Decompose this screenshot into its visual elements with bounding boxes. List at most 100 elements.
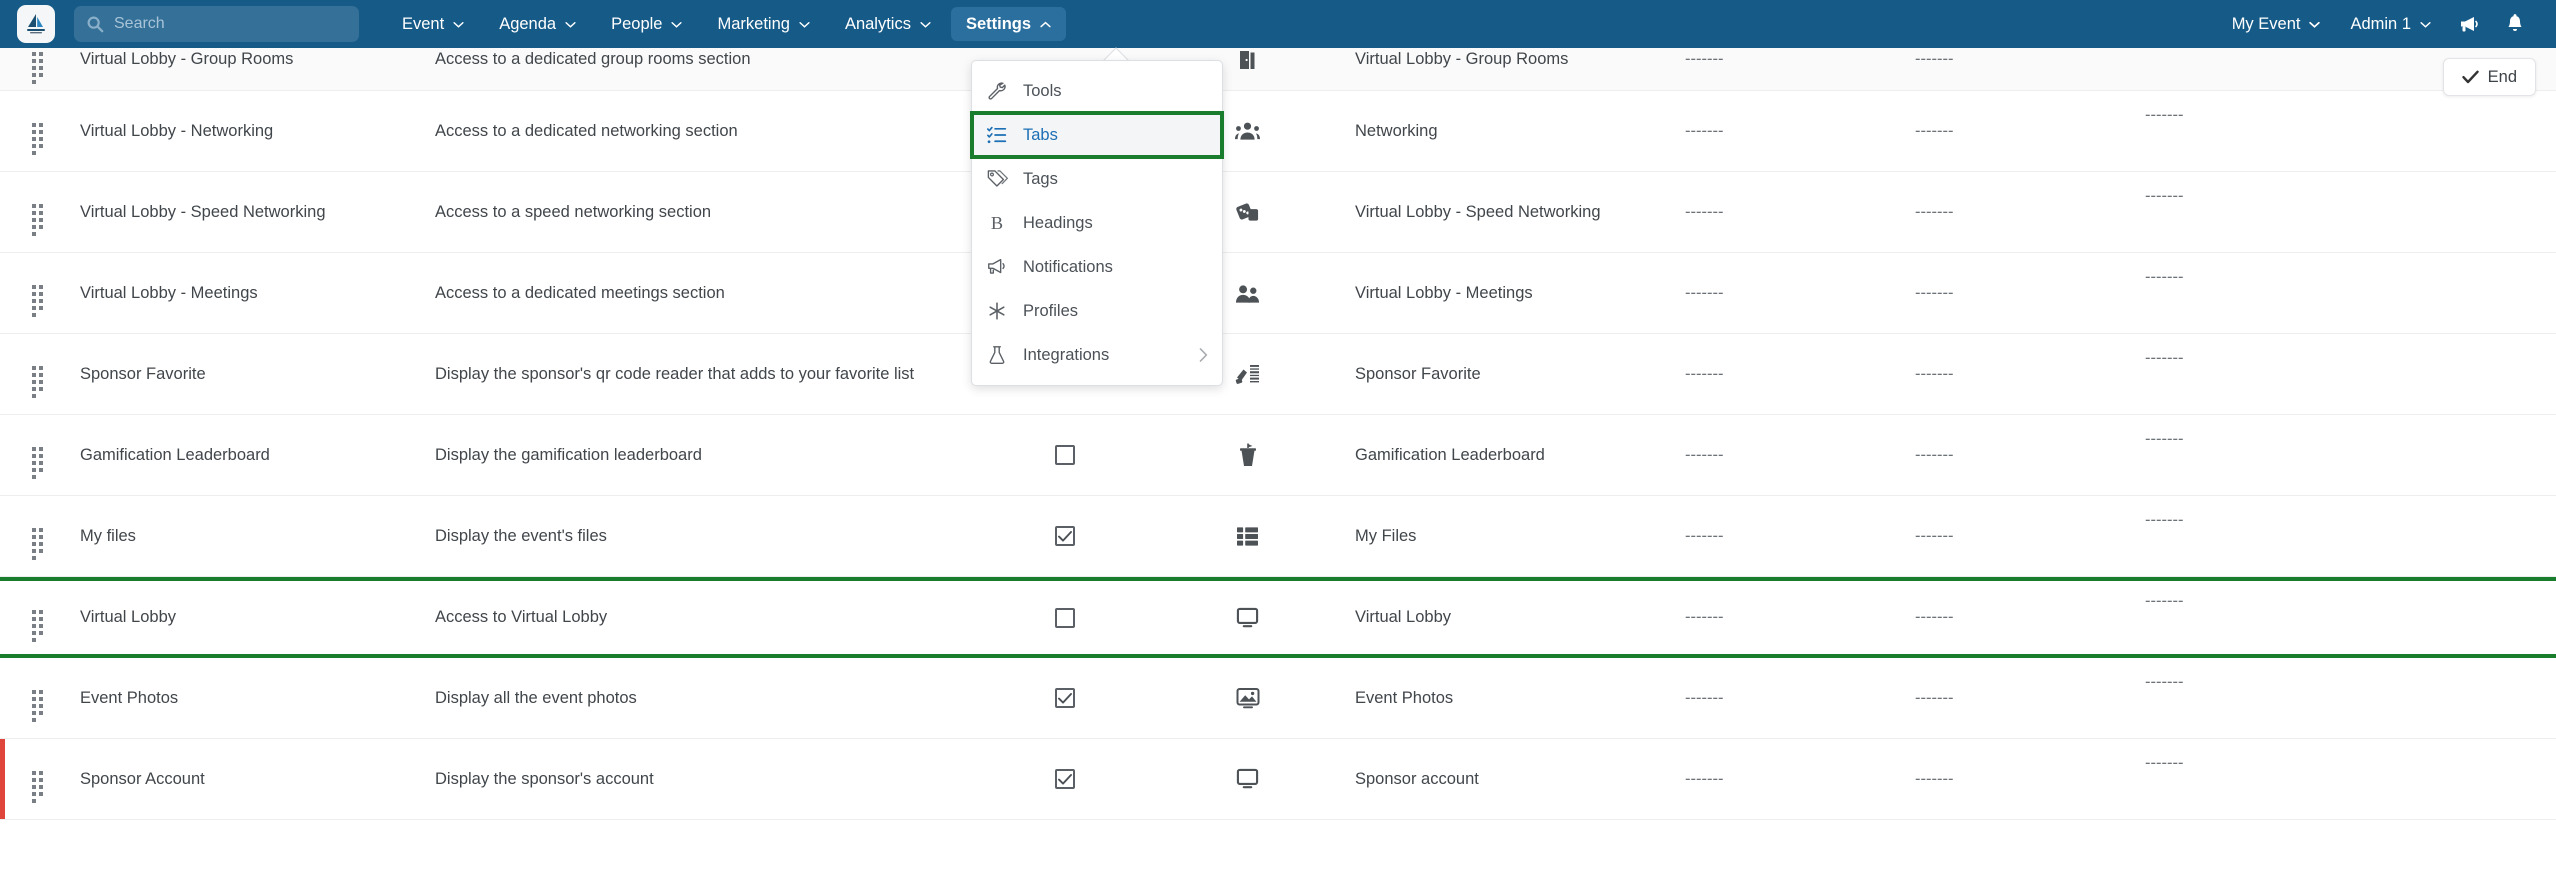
row-name-text: Virtual Lobby - Group Rooms (80, 50, 294, 68)
drag-grip-icon[interactable] (31, 608, 50, 642)
search-icon (87, 16, 104, 33)
dropdown-item-tabs[interactable]: Tabs (970, 111, 1224, 159)
table-row[interactable]: Virtual Lobby Access to Virtual Lobby Virt… (0, 577, 2556, 658)
row-description: Access to Virtual Lobby (435, 608, 990, 627)
row-status-bar (0, 48, 5, 90)
row-name: Sponsor Favorite (80, 365, 435, 384)
drag-handle-cell[interactable] (0, 689, 80, 722)
row-checkbox-cell[interactable] (990, 607, 1140, 628)
table-row[interactable]: Virtual Lobby - Networking Access to a de… (0, 91, 2556, 172)
row-checkbox[interactable] (1055, 769, 1075, 789)
row-display-label: Sponsor account (1355, 770, 1685, 789)
dropdown-item-tools[interactable]: Tools (972, 69, 1222, 113)
row-icon-cell (1140, 766, 1355, 792)
table-row[interactable]: Virtual Lobby - Group Rooms Access to a d… (0, 48, 2556, 91)
user-menu[interactable]: Admin 1 (2335, 7, 2446, 41)
chevron-down-icon (453, 21, 464, 28)
svg-text:B: B (991, 213, 1003, 233)
row-checkbox[interactable] (1055, 688, 1075, 708)
table-row[interactable]: Virtual Lobby - Meetings Access to a dedi… (0, 253, 2556, 334)
drag-handle-cell[interactable] (0, 284, 80, 317)
table-row[interactable]: Sponsor Account Display the sponsor's acc… (0, 739, 2556, 820)
row-checkbox-cell[interactable] (990, 445, 1140, 465)
nav-item-agenda[interactable]: Agenda (484, 7, 591, 41)
row-description-text: Access to Virtual Lobby (435, 608, 608, 626)
sailboat-logo-icon (27, 14, 45, 34)
nav-item-label: Settings (965, 14, 1032, 33)
row-status-bar (0, 253, 5, 333)
dropdown-item-tags[interactable]: Tags (972, 157, 1222, 201)
nav-item-marketing[interactable]: Marketing (702, 7, 824, 41)
asterisk-icon (986, 300, 1008, 322)
wrench-icon (986, 80, 1008, 102)
drag-handle-cell[interactable] (0, 203, 80, 236)
megaphone-icon (2461, 17, 2478, 32)
placeholder-dashes: ------- (1915, 202, 1954, 221)
dropdown-item-profiles[interactable]: Profiles (972, 289, 1222, 333)
row-placeholder-1: ------- (1685, 608, 1915, 627)
drag-grip-icon[interactable] (31, 122, 50, 155)
nav-item-settings[interactable]: Settings (950, 7, 1067, 41)
search-box[interactable] (74, 6, 359, 42)
row-checkbox-cell[interactable] (990, 688, 1140, 708)
event-selector[interactable]: My Event (2217, 7, 2336, 41)
announcements-button[interactable] (2446, 0, 2492, 48)
drag-grip-icon[interactable] (31, 527, 50, 560)
drag-grip-icon[interactable] (31, 284, 50, 317)
drag-grip-icon[interactable] (31, 770, 50, 803)
row-status-bar (0, 496, 5, 576)
row-icon-cell (1140, 605, 1355, 631)
row-placeholder-3: ------- (2145, 349, 2375, 384)
end-button[interactable]: End (2442, 58, 2536, 96)
drag-grip-icon[interactable] (31, 203, 50, 236)
placeholder-dashes: ------- (2145, 510, 2184, 529)
table-row[interactable]: Event Photos Display all the event photos… (0, 658, 2556, 739)
drag-grip-icon[interactable] (31, 365, 50, 398)
drag-handle-cell[interactable] (0, 50, 80, 84)
dropdown-item-headings[interactable]: B Headings (972, 201, 1222, 245)
drag-handle-cell[interactable] (0, 122, 80, 155)
row-checkbox-cell[interactable] (990, 526, 1140, 546)
chevron-down-icon (2309, 21, 2321, 28)
row-checkbox[interactable] (1055, 445, 1075, 465)
nav-item-people[interactable]: People (596, 7, 697, 41)
drag-handle-cell[interactable] (0, 446, 80, 479)
search-input[interactable] (114, 15, 347, 33)
nav-item-label: Event (402, 14, 445, 33)
chevron-right-icon (1199, 348, 1208, 362)
nav-item-analytics[interactable]: Analytics (830, 7, 946, 41)
row-checkbox[interactable] (1055, 607, 1075, 628)
row-name: Virtual Lobby - Networking (80, 122, 435, 141)
placeholder-dashes: ------- (1915, 121, 1954, 140)
table-row[interactable]: My files Display the event's files My File… (0, 496, 2556, 577)
placeholder-dashes: ------- (1915, 50, 1954, 68)
drag-handle-cell[interactable] (0, 365, 80, 398)
row-checkbox-cell[interactable] (990, 769, 1140, 789)
drag-handle-cell[interactable] (0, 608, 80, 642)
notifications-button[interactable] (2492, 0, 2538, 48)
placeholder-dashes: ------- (1685, 769, 1724, 788)
dropdown-item-integrations[interactable]: Integrations (972, 333, 1222, 377)
table-row[interactable]: Gamification Leaderboard Display the gami… (0, 415, 2556, 496)
dropdown-item-notifications[interactable]: Notifications (972, 245, 1222, 289)
nav-item-label: Agenda (499, 14, 557, 33)
row-placeholder-2: ------- (1915, 365, 2145, 384)
table-row[interactable]: Virtual Lobby - Speed Networking Access t… (0, 172, 2556, 253)
table-row[interactable]: Sponsor Favorite Display the sponsor's qr… (0, 334, 2556, 415)
row-placeholder-3: ------- (2145, 187, 2375, 222)
drag-grip-icon[interactable] (31, 50, 50, 84)
row-name-text: Event Photos (80, 688, 179, 707)
drag-grip-icon[interactable] (31, 446, 50, 479)
row-display-label-text: Gamification Leaderboard (1355, 445, 1545, 464)
row-placeholder-1: ------- (1685, 122, 1915, 141)
row-name: Gamification Leaderboard (80, 446, 435, 465)
drag-grip-icon[interactable] (31, 689, 50, 722)
app-logo[interactable] (17, 5, 55, 43)
dropdown-item-label: Headings (1023, 213, 1093, 232)
row-checkbox[interactable] (1055, 526, 1075, 546)
placeholder-dashes: ------- (2145, 672, 2184, 691)
drag-handle-cell[interactable] (0, 770, 80, 803)
nav-item-event[interactable]: Event (387, 7, 479, 41)
drag-handle-cell[interactable] (0, 527, 80, 560)
photo-card-icon (1235, 685, 1261, 711)
